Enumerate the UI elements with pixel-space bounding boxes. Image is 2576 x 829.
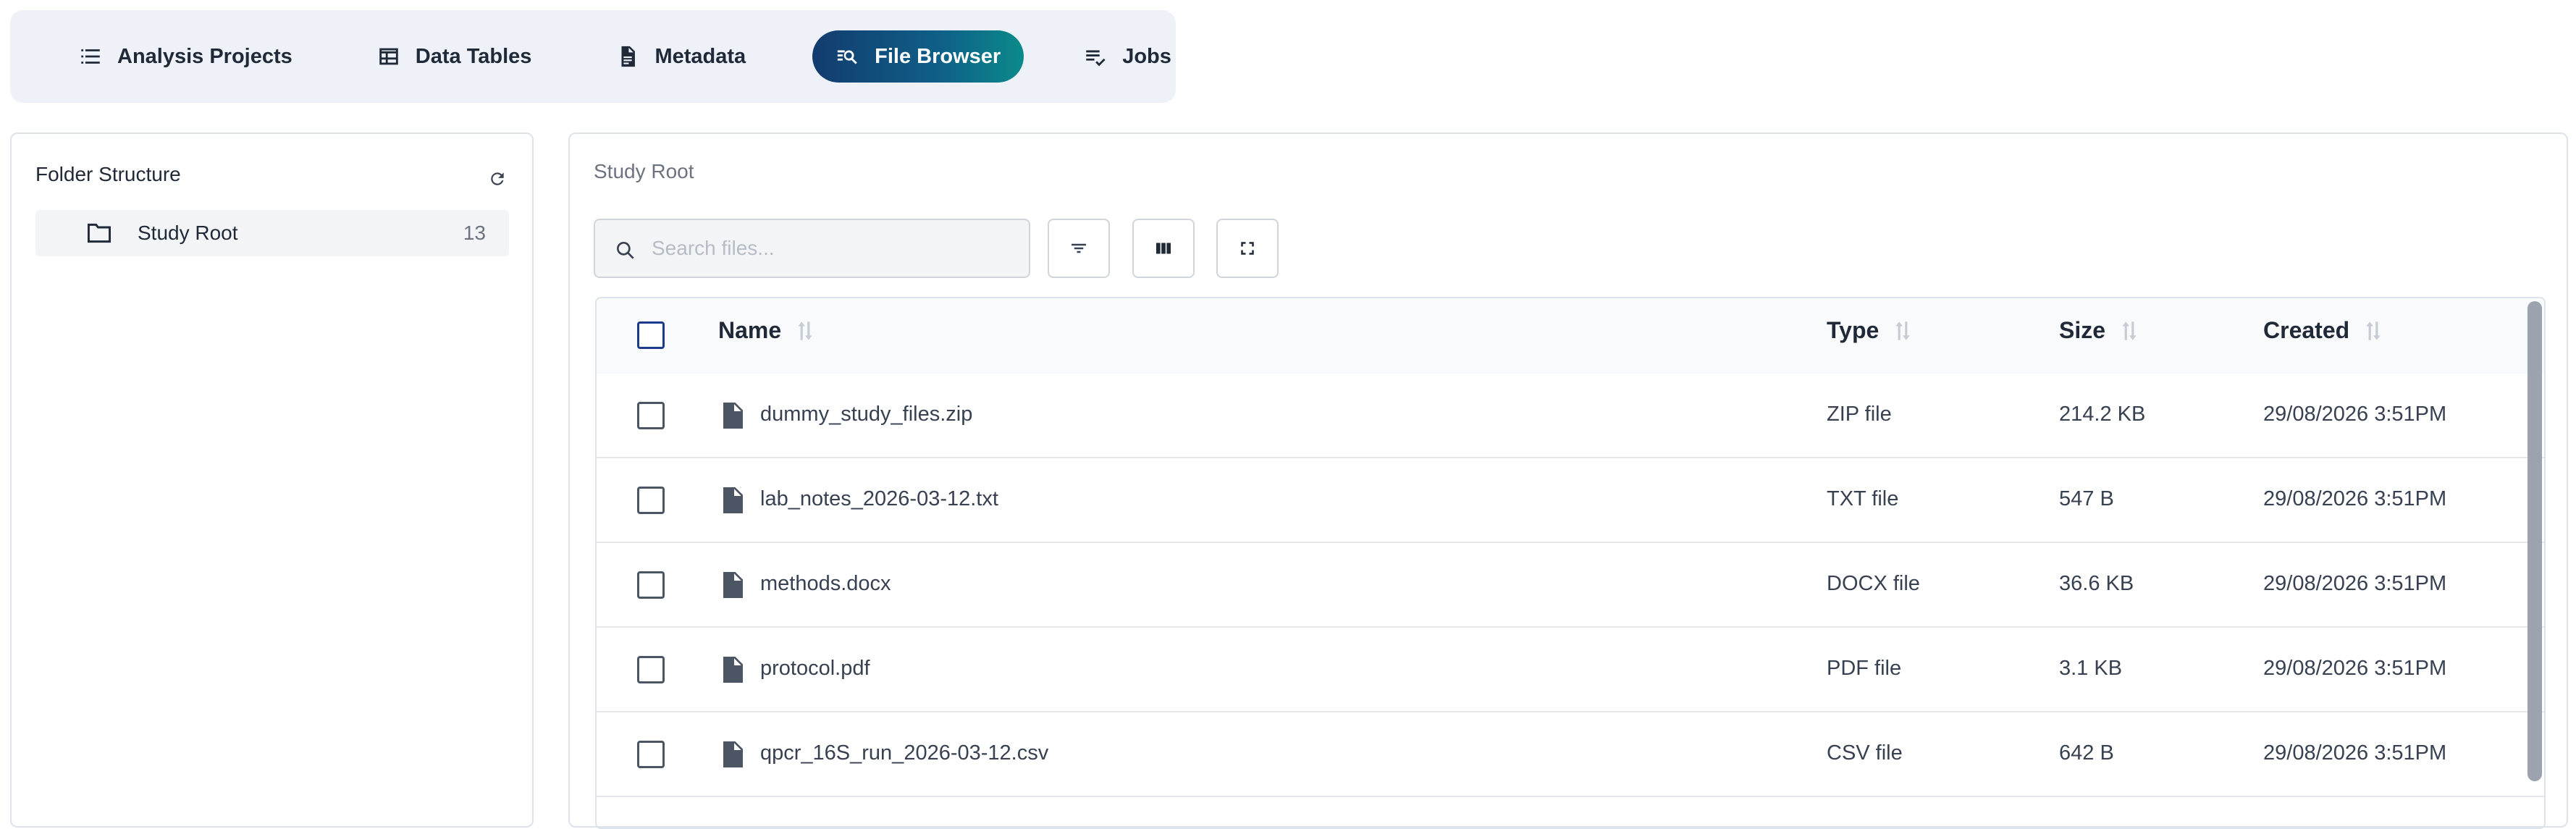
- table-row[interactable]: protocol.pdf PDF file 3.1 KB 29/08/2026 …: [597, 628, 2544, 712]
- folder-file-count: 13: [463, 222, 486, 244]
- document-icon: [621, 46, 636, 67]
- column-header-label: Size: [2059, 317, 2106, 343]
- file-created: 29/08/2026 3:51PM: [2263, 572, 2447, 595]
- nav-tab-label: Metadata: [654, 44, 746, 68]
- nav-tab-jobs[interactable]: Jobs: [1066, 30, 1196, 83]
- table-row[interactable]: dummy_study_files.zip ZIP file 214.2 KB …: [597, 374, 2544, 458]
- nav-tab-label: Data Tables: [415, 44, 532, 68]
- sort-icon[interactable]: [2365, 319, 2381, 342]
- select-all-checkbox[interactable]: [637, 321, 665, 349]
- columns-icon: [1156, 243, 1171, 254]
- folder-structure-panel: Folder Structure Study Root 13: [10, 132, 534, 828]
- refresh-icon: [491, 172, 504, 185]
- row-checkbox[interactable]: [637, 741, 665, 768]
- table-row[interactable]: lab_notes_2026-03-12.txt TXT file 547 B …: [597, 458, 2544, 543]
- fullscreen-button[interactable]: [1216, 219, 1279, 278]
- column-header-label: Type: [1827, 317, 1880, 343]
- file-icon: [723, 487, 743, 513]
- file-icon: [723, 572, 743, 598]
- sort-icon[interactable]: [1895, 319, 1911, 342]
- table-scrollbar[interactable]: [2527, 301, 2542, 781]
- column-header-size[interactable]: Size: [2059, 317, 2137, 344]
- file-icon: [723, 403, 743, 429]
- file-created: 29/08/2026 3:51PM: [2263, 487, 2447, 510]
- file-type: PDF file: [1827, 657, 1902, 680]
- file-name[interactable]: qpcr_16S_run_2026-03-12.csv: [760, 741, 1048, 765]
- fullscreen-icon: [1241, 242, 1254, 255]
- row-checkbox[interactable]: [637, 402, 665, 429]
- file-size: 36.6 KB: [2059, 572, 2134, 595]
- nav-tab-data-tables[interactable]: Data Tables: [359, 30, 557, 83]
- filter-icon: [1072, 243, 1086, 253]
- file-name[interactable]: lab_notes_2026-03-12.txt: [760, 487, 998, 511]
- columns-button[interactable]: [1132, 219, 1195, 278]
- table-row[interactable]: qpcr_16S_run_2026-03-12.csv CSV file 642…: [597, 712, 2544, 797]
- file-name[interactable]: protocol.pdf: [760, 657, 870, 681]
- nav-tab-label: Analysis Projects: [117, 44, 292, 68]
- nav-tab-metadata[interactable]: Metadata: [598, 30, 770, 83]
- table-icon: [379, 48, 398, 65]
- folder-structure-title: Folder Structure: [35, 163, 181, 185]
- file-type: DOCX file: [1827, 572, 1920, 595]
- column-header-name[interactable]: Name: [718, 317, 813, 344]
- file-type: TXT file: [1827, 487, 1899, 510]
- file-size: 3.1 KB: [2059, 657, 2123, 680]
- file-size: 642 B: [2059, 741, 2114, 765]
- column-header-type[interactable]: Type: [1827, 317, 1911, 344]
- column-header-created[interactable]: Created: [2263, 317, 2381, 344]
- search-input[interactable]: [652, 220, 1021, 277]
- folder-item-study-root[interactable]: Study Root 13: [35, 210, 509, 256]
- sort-icon[interactable]: [797, 319, 813, 342]
- refresh-button[interactable]: [486, 167, 509, 190]
- file-size: 547 B: [2059, 487, 2114, 510]
- nav-tab-analysis-projects[interactable]: Analysis Projects: [61, 30, 317, 83]
- files-table: Name Type Size Created dummy_study_files…: [595, 297, 2546, 829]
- nav-tab-label: File Browser: [875, 44, 1001, 68]
- file-created: 29/08/2026 3:51PM: [2263, 403, 2447, 426]
- row-checkbox[interactable]: [637, 656, 665, 683]
- row-checkbox[interactable]: [637, 487, 665, 514]
- file-type: CSV file: [1827, 741, 1903, 765]
- file-size: 214.2 KB: [2059, 403, 2146, 426]
- column-header-label: Created: [2263, 317, 2350, 343]
- breadcrumb[interactable]: Study Root: [594, 160, 694, 183]
- search-icon: [617, 242, 634, 259]
- file-icon: [723, 657, 743, 683]
- table-header: Name Type Size Created: [597, 298, 2544, 374]
- table-row[interactable]: methods.docx DOCX file 36.6 KB 29/08/202…: [597, 543, 2544, 628]
- file-icon: [723, 741, 743, 767]
- file-name[interactable]: dummy_study_files.zip: [760, 403, 972, 426]
- search-box: [594, 219, 1030, 278]
- file-created: 29/08/2026 3:51PM: [2263, 741, 2447, 765]
- sort-icon[interactable]: [2121, 319, 2137, 342]
- folder-label: Study Root: [138, 222, 238, 244]
- top-navigation: Analysis Projects Data Tables Metadata F…: [10, 10, 1176, 103]
- column-header-label: Name: [718, 317, 782, 343]
- row-checkbox[interactable]: [637, 571, 665, 599]
- file-type: ZIP file: [1827, 403, 1892, 426]
- file-browser-panel: Study Root Name Type Size: [568, 132, 2568, 829]
- file-created: 29/08/2026 3:51PM: [2263, 657, 2447, 680]
- nav-tab-label: Jobs: [1122, 44, 1171, 68]
- search-list-icon: [837, 50, 857, 64]
- nav-tab-file-browser[interactable]: File Browser: [812, 30, 1024, 83]
- file-name[interactable]: methods.docx: [760, 572, 891, 596]
- filter-button[interactable]: [1048, 219, 1110, 278]
- list-icon: [81, 49, 100, 64]
- folder-icon: [88, 223, 111, 243]
- checklist-icon: [1086, 50, 1106, 67]
